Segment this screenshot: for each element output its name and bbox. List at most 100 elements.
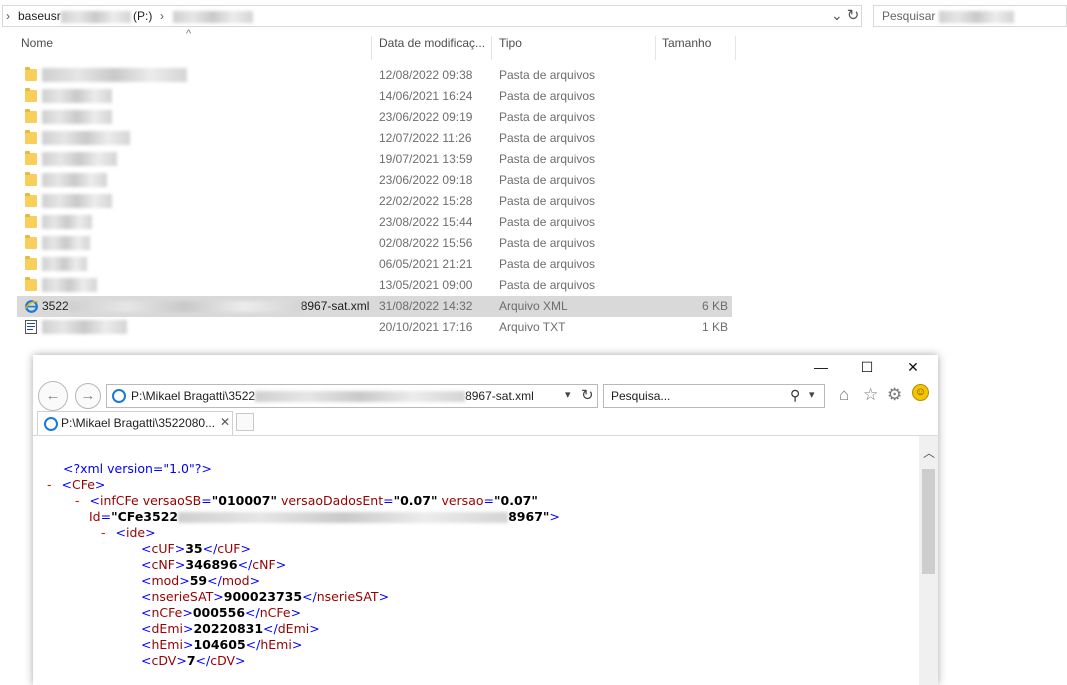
url-text: P:\Mikael Bragatti\3522 8967-sat.xml (131, 389, 534, 403)
file-row-folder[interactable]: 23/08/2022 15:44 Pasta de arquivos (17, 212, 732, 233)
close-button[interactable]: ✕ (895, 357, 931, 377)
redacted-text (61, 11, 131, 26)
file-size: 6 KB (701, 299, 728, 313)
file-row-folder[interactable]: 22/02/2022 15:28 Pasta de arquivos (17, 191, 732, 212)
xml-field-row: <cDV>7</cDV> (141, 653, 246, 668)
back-icon[interactable]: ← (38, 381, 68, 411)
file-row-folder[interactable]: 12/07/2022 11:26 Pasta de arquivos (17, 128, 732, 149)
dropdown-arrow-icon[interactable]: ▾ (565, 388, 571, 401)
file-size: 1 KB (701, 320, 728, 334)
address-box[interactable]: › baseusr (P:) › ⌄ (2, 5, 862, 27)
xml-infcfe-id: Id="CFe3522 8967"> (89, 509, 560, 524)
maximize-button[interactable]: ☐ (849, 357, 885, 377)
folder-icon (25, 172, 37, 186)
file-type: Pasta de arquivos (499, 278, 596, 292)
folder-icon (25, 130, 37, 144)
file-row-folder[interactable]: 19/07/2021 13:59 Pasta de arquivos (17, 149, 732, 170)
refresh-icon[interactable]: ↻ (581, 386, 594, 404)
collapse-toggle[interactable]: - (75, 493, 80, 508)
date-modified: 22/02/2022 15:28 (379, 194, 473, 208)
date-modified: 20/10/2021 17:16 (379, 320, 473, 334)
date-modified: 06/05/2021 21:21 (379, 257, 473, 271)
column-header-size[interactable]: Tamanho (662, 36, 711, 58)
date-modified: 12/08/2022 09:38 (379, 68, 473, 82)
date-modified: 23/06/2022 09:19 (379, 110, 473, 124)
gear-icon[interactable]: ⚙ (887, 385, 902, 405)
folder-icon (25, 235, 37, 249)
title-bar: — ☐ ✕ (33, 355, 938, 379)
navigation-bar: ← → P:\Mikael Bragatti\3522 8967-sat.xml … (33, 379, 938, 411)
scroll-up-icon[interactable]: ︿ (923, 444, 935, 461)
column-divider[interactable] (491, 36, 492, 60)
collapse-toggle[interactable]: - (101, 525, 106, 540)
file-row-folder[interactable]: 06/05/2021 21:21 Pasta de arquivos (17, 254, 732, 275)
xml-field-row: <nCFe>000556</nCFe> (141, 605, 302, 620)
folder-icon (25, 256, 37, 270)
date-modified: 19/07/2021 13:59 (379, 152, 473, 166)
refresh-icon[interactable]: ↻ (843, 6, 863, 26)
new-tab-button[interactable] (236, 413, 254, 431)
internet-explorer-icon (112, 389, 126, 403)
minimize-button[interactable]: — (803, 357, 839, 377)
file-type: Pasta de arquivos (499, 215, 596, 229)
file-row-txt[interactable]: 20/10/2021 17:16 Arquivo TXT 1 KB (17, 317, 732, 338)
xml-field-row: <dEmi>20220831</dEmi> (141, 621, 320, 636)
ie-search-input[interactable]: Pesquisa... ⚲ ▾ (603, 384, 825, 408)
xml-declaration: <?xml version="1.0"?> (63, 461, 212, 476)
tab-current[interactable]: P:\Mikael Bragatti\3522080... ✕ (37, 411, 233, 435)
home-icon[interactable]: ⌂ (839, 385, 849, 405)
file-type: Pasta de arquivos (499, 89, 596, 103)
file-type: Pasta de arquivos (499, 110, 596, 124)
file-row-xml-selected[interactable]: 3522 8967-sat.xml 31/08/2022 14:32 Arquiv… (17, 296, 732, 317)
xml-field-row: <hEmi>104605</hEmi> (141, 637, 303, 652)
column-header-date[interactable]: Data de modificaç... (379, 36, 485, 58)
file-row-folder[interactable]: 13/05/2021 09:00 Pasta de arquivos (17, 275, 732, 296)
file-type: Pasta de arquivos (499, 236, 596, 250)
column-divider[interactable] (735, 36, 736, 60)
file-row-folder[interactable]: 23/06/2022 09:18 Pasta de arquivos (17, 170, 732, 191)
vertical-scrollbar[interactable]: ︿ (919, 436, 938, 685)
file-type: Pasta de arquivos (499, 131, 596, 145)
sort-ascending-icon: ^ (186, 28, 192, 40)
search-icon[interactable]: ⚲ (790, 387, 800, 404)
file-type: Pasta de arquivos (499, 152, 596, 166)
file-row-folder[interactable]: 02/08/2022 15:56 Pasta de arquivos (17, 233, 732, 254)
collapse-toggle[interactable]: - (47, 477, 52, 492)
smiley-icon[interactable]: ☺ (912, 384, 929, 401)
close-tab-icon[interactable]: ✕ (220, 415, 230, 429)
breadcrumb-drive[interactable]: (P:) (133, 9, 152, 23)
xml-field-row: <cNF>346896</cNF> (141, 557, 287, 572)
file-row-folder[interactable]: 14/06/2021 16:24 Pasta de arquivos (17, 86, 732, 107)
xml-document-view: <?xml version="1.0"?> - <CFe> - <infCFe … (33, 436, 919, 685)
chevron-down-icon[interactable]: ⌄ (831, 7, 843, 24)
text-file-icon (25, 320, 37, 334)
star-icon[interactable]: ☆ (863, 385, 878, 405)
date-modified: 31/08/2022 14:32 (379, 299, 473, 313)
column-header-type[interactable]: Tipo (499, 36, 522, 58)
xml-field-row: <nserieSAT>900023735</nserieSAT> (141, 589, 390, 604)
explorer-search-input[interactable]: Pesquisar (873, 5, 1067, 27)
file-type: Arquivo TXT (499, 320, 566, 334)
forward-icon[interactable]: → (75, 383, 101, 409)
date-modified: 12/07/2022 11:26 (379, 131, 472, 145)
file-type: Pasta de arquivos (499, 173, 596, 187)
search-placeholder: Pesquisa... (611, 389, 671, 403)
folder-icon (25, 193, 37, 207)
folder-icon (25, 214, 37, 228)
xml-field-row: <cUF>35</cUF> (141, 541, 251, 556)
file-type: Arquivo XML (499, 299, 568, 313)
dropdown-arrow-icon[interactable]: ▾ (809, 388, 815, 401)
column-header-name[interactable]: Nome (21, 36, 53, 58)
internet-explorer-window: — ☐ ✕ ← → P:\Mikael Bragatti\3522 8967-sa… (33, 355, 938, 685)
column-divider[interactable] (371, 36, 372, 60)
url-input[interactable]: P:\Mikael Bragatti\3522 8967-sat.xml ▾ ↻ (106, 384, 598, 408)
breadcrumb-root[interactable]: baseusr (18, 9, 61, 23)
xml-node-infcfe: - <infCFe versaoSB="010007" versaoDadosE… (75, 493, 538, 508)
scrollbar-thumb[interactable] (922, 469, 935, 574)
file-row-folder[interactable]: 12/08/2022 09:38 Pasta de arquivos (17, 65, 732, 86)
file-type: Pasta de arquivos (499, 68, 596, 82)
xml-node-cfe: - <CFe> (47, 477, 106, 492)
column-divider[interactable] (655, 36, 656, 60)
file-row-folder[interactable]: 23/06/2022 09:19 Pasta de arquivos (17, 107, 732, 128)
file-type: Pasta de arquivos (499, 257, 596, 271)
